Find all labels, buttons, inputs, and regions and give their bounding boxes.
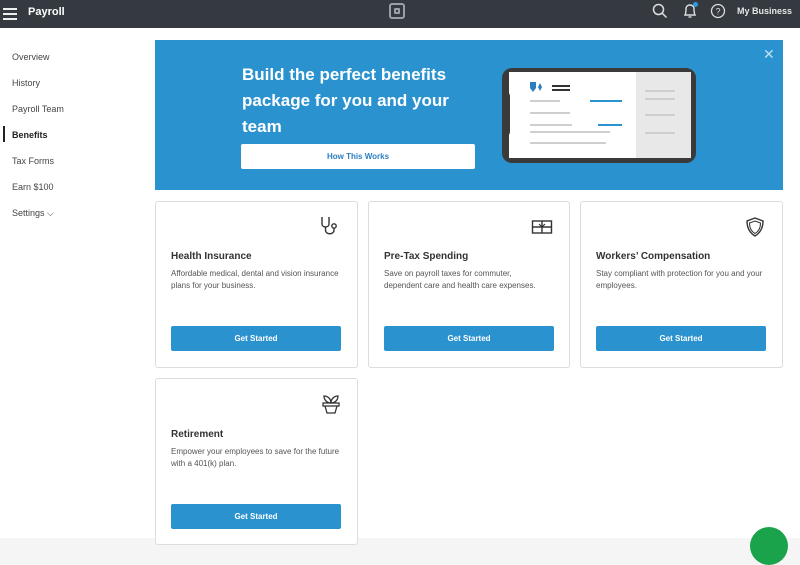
chat-button[interactable] [750,527,788,565]
business-menu[interactable]: My Business [737,6,792,16]
sidebar-item-payroll-team[interactable]: Payroll Team [12,104,64,114]
card-title: Health Insurance [171,251,252,262]
illustration-line [598,124,622,126]
how-this-works-button[interactable]: How This Works [241,144,475,169]
illustration-line [552,89,570,91]
sidebar-item-benefits[interactable]: Benefits [12,130,48,140]
phone-notch [502,92,510,136]
get-started-button[interactable]: Get Started [171,504,341,529]
illustration-line [645,114,675,116]
active-nav-indicator [3,126,5,142]
sidebar-item-earn[interactable]: Earn $100 [12,182,54,192]
shield-icon [746,217,764,237]
gift-card-icon [531,220,553,234]
illustration-line [530,131,610,133]
notification-dot [693,2,698,7]
illustration-line [645,98,675,100]
hamburger-menu-icon[interactable] [3,5,17,23]
insurance-logo-icon [530,82,542,92]
app-title: Payroll [28,6,65,18]
illustration-line [645,132,675,134]
illustration-line [590,100,622,102]
illustration-line [552,85,570,87]
illustration-line [645,90,675,92]
close-icon[interactable]: ✕ [763,47,777,61]
banner-title: Build the perfect benefits package for y… [242,65,449,136]
help-icon[interactable]: ? [710,3,726,19]
card-title: Workers’ Compensation [596,251,711,262]
sidebar-item-history[interactable]: History [12,78,40,88]
sidebar-item-tax-forms[interactable]: Tax Forms [12,156,54,166]
svg-text:?: ? [715,7,720,17]
sidebar-item-overview[interactable]: Overview [12,52,50,62]
card-description: Save on payroll taxes for commuter, depe… [384,269,536,290]
illustration-line [530,142,606,144]
card-title: Retirement [171,429,224,440]
illustration-line [530,112,570,114]
card-description: Stay compliant with protection for you a… [596,269,763,290]
search-icon[interactable] [652,3,668,19]
sidebar-item-settings[interactable]: Settings ⌵ [12,208,54,219]
plant-pot-icon [322,395,340,414]
illustration-line [530,124,572,126]
stethoscope-icon [321,217,337,235]
card-description: Affordable medical, dental and vision in… [171,269,339,290]
card-description: Empower your employees to save for the f… [171,447,340,468]
get-started-button[interactable]: Get Started [171,326,341,351]
illustration-line [530,100,560,102]
card-title: Pre-Tax Spending [384,251,469,262]
square-logo-icon[interactable] [389,3,405,19]
get-started-button[interactable]: Get Started [596,326,766,351]
get-started-button[interactable]: Get Started [384,326,554,351]
